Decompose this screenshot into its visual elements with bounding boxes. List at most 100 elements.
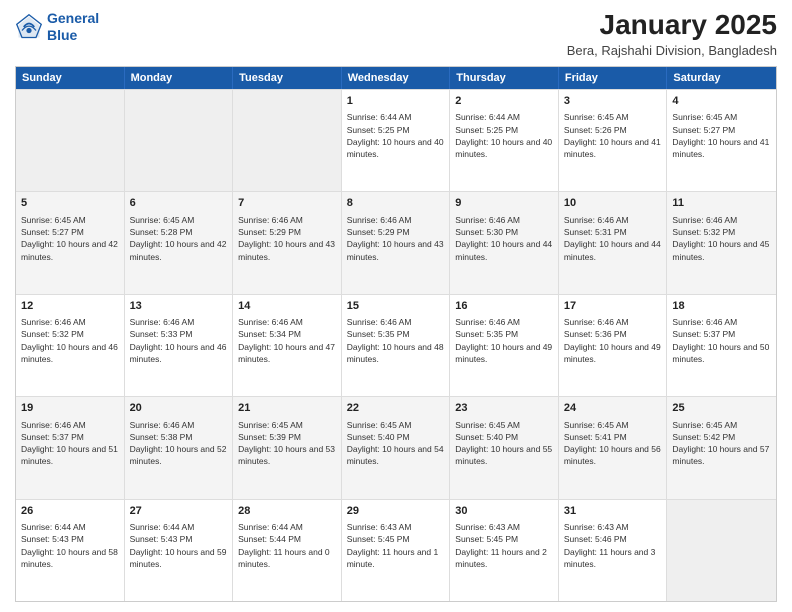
day-info: Sunrise: 6:46 AMSunset: 5:35 PMDaylight:… [347, 316, 445, 365]
day-info: Sunrise: 6:44 AMSunset: 5:44 PMDaylight:… [238, 521, 336, 570]
day-number: 2 [455, 94, 553, 109]
day-header-wednesday: Wednesday [342, 67, 451, 89]
day-info: Sunrise: 6:46 AMSunset: 5:29 PMDaylight:… [238, 214, 336, 263]
day-cell-11: 11 Sunrise: 6:46 AMSunset: 5:32 PMDayligh… [667, 192, 776, 293]
day-info: Sunrise: 6:45 AMSunset: 5:28 PMDaylight:… [130, 214, 228, 263]
day-cell-29: 29 Sunrise: 6:43 AMSunset: 5:45 PMDayligh… [342, 500, 451, 601]
day-number: 24 [564, 401, 662, 416]
day-number: 10 [564, 196, 662, 211]
day-number: 27 [130, 504, 228, 519]
day-cell-2: 2 Sunrise: 6:44 AMSunset: 5:25 PMDaylight… [450, 90, 559, 191]
day-cell-9: 9 Sunrise: 6:46 AMSunset: 5:30 PMDaylight… [450, 192, 559, 293]
day-info: Sunrise: 6:45 AMSunset: 5:40 PMDaylight:… [455, 419, 553, 468]
day-number: 19 [21, 401, 119, 416]
logo-line1: General [47, 10, 99, 26]
logo-icon [15, 13, 43, 41]
day-info: Sunrise: 6:44 AMSunset: 5:43 PMDaylight:… [130, 521, 228, 570]
empty-cell [667, 500, 776, 601]
empty-cell [16, 90, 125, 191]
day-number: 29 [347, 504, 445, 519]
day-info: Sunrise: 6:45 AMSunset: 5:42 PMDaylight:… [672, 419, 771, 468]
day-cell-19: 19 Sunrise: 6:46 AMSunset: 5:37 PMDayligh… [16, 397, 125, 498]
day-cell-3: 3 Sunrise: 6:45 AMSunset: 5:26 PMDaylight… [559, 90, 668, 191]
day-header-sunday: Sunday [16, 67, 125, 89]
day-cell-26: 26 Sunrise: 6:44 AMSunset: 5:43 PMDayligh… [16, 500, 125, 601]
calendar-week-5: 26 Sunrise: 6:44 AMSunset: 5:43 PMDayligh… [16, 499, 776, 601]
day-cell-16: 16 Sunrise: 6:46 AMSunset: 5:35 PMDayligh… [450, 295, 559, 396]
day-cell-8: 8Sunrise: 6:46 AMSunset: 5:29 PMDaylight… [342, 192, 451, 293]
calendar-week-4: 19 Sunrise: 6:46 AMSunset: 5:37 PMDayligh… [16, 396, 776, 498]
calendar-week-2: 5Sunrise: 6:45 AMSunset: 5:27 PMDaylight… [16, 191, 776, 293]
day-info: Sunrise: 6:46 AMSunset: 5:38 PMDaylight:… [130, 419, 228, 468]
page: General Blue January 2025 Bera, Rajshahi… [0, 0, 792, 612]
day-number: 8 [347, 196, 445, 211]
day-info: Sunrise: 6:45 AMSunset: 5:27 PMDaylight:… [672, 111, 771, 160]
day-number: 3 [564, 94, 662, 109]
day-cell-7: 7Sunrise: 6:46 AMSunset: 5:29 PMDaylight… [233, 192, 342, 293]
day-cell-1: 1 Sunrise: 6:44 AMSunset: 5:25 PMDaylight… [342, 90, 451, 191]
day-cell-6: 6 Sunrise: 6:45 AMSunset: 5:28 PMDaylight… [125, 192, 234, 293]
day-cell-10: 10Sunrise: 6:46 AMSunset: 5:31 PMDayligh… [559, 192, 668, 293]
calendar-header: SundayMondayTuesdayWednesdayThursdayFrid… [16, 67, 776, 89]
logo: General Blue [15, 10, 99, 44]
day-info: Sunrise: 6:46 AMSunset: 5:30 PMDaylight:… [455, 214, 553, 263]
day-cell-24: 24 Sunrise: 6:45 AMSunset: 5:41 PMDayligh… [559, 397, 668, 498]
day-number: 1 [347, 94, 445, 109]
subtitle: Bera, Rajshahi Division, Bangladesh [567, 43, 777, 58]
day-number: 9 [455, 196, 553, 211]
day-cell-15: 15Sunrise: 6:46 AMSunset: 5:35 PMDayligh… [342, 295, 451, 396]
day-number: 11 [672, 196, 771, 211]
day-header-friday: Friday [559, 67, 668, 89]
day-number: 26 [21, 504, 119, 519]
day-info: Sunrise: 6:44 AMSunset: 5:43 PMDaylight:… [21, 521, 119, 570]
day-number: 20 [130, 401, 228, 416]
day-number: 25 [672, 401, 771, 416]
day-number: 22 [347, 401, 445, 416]
day-info: Sunrise: 6:45 AMSunset: 5:41 PMDaylight:… [564, 419, 662, 468]
day-info: Sunrise: 6:46 AMSunset: 5:35 PMDaylight:… [455, 316, 553, 365]
day-info: Sunrise: 6:44 AMSunset: 5:25 PMDaylight:… [455, 111, 553, 160]
day-number: 14 [238, 299, 336, 314]
day-cell-28: 28 Sunrise: 6:44 AMSunset: 5:44 PMDayligh… [233, 500, 342, 601]
calendar: SundayMondayTuesdayWednesdayThursdayFrid… [15, 66, 777, 602]
day-number: 31 [564, 504, 662, 519]
page-title: January 2025 [567, 10, 777, 41]
day-info: Sunrise: 6:45 AMSunset: 5:40 PMDaylight:… [347, 419, 445, 468]
day-cell-13: 13 Sunrise: 6:46 AMSunset: 5:33 PMDayligh… [125, 295, 234, 396]
day-number: 16 [455, 299, 553, 314]
day-cell-17: 17Sunrise: 6:46 AMSunset: 5:36 PMDayligh… [559, 295, 668, 396]
day-cell-31: 31 Sunrise: 6:43 AMSunset: 5:46 PMDayligh… [559, 500, 668, 601]
day-info: Sunrise: 6:43 AMSunset: 5:45 PMDaylight:… [455, 521, 553, 570]
calendar-body: 1 Sunrise: 6:44 AMSunset: 5:25 PMDaylight… [16, 89, 776, 601]
day-header-saturday: Saturday [667, 67, 776, 89]
day-info: Sunrise: 6:46 AMSunset: 5:32 PMDaylight:… [672, 214, 771, 263]
day-header-monday: Monday [125, 67, 234, 89]
logo-text: General Blue [47, 10, 99, 44]
day-cell-5: 5Sunrise: 6:45 AMSunset: 5:27 PMDaylight… [16, 192, 125, 293]
title-block: January 2025 Bera, Rajshahi Division, Ba… [567, 10, 777, 58]
day-number: 21 [238, 401, 336, 416]
day-number: 13 [130, 299, 228, 314]
day-header-tuesday: Tuesday [233, 67, 342, 89]
header: General Blue January 2025 Bera, Rajshahi… [15, 10, 777, 58]
day-cell-27: 27 Sunrise: 6:44 AMSunset: 5:43 PMDayligh… [125, 500, 234, 601]
day-cell-30: 30Sunrise: 6:43 AMSunset: 5:45 PMDayligh… [450, 500, 559, 601]
day-info: Sunrise: 6:44 AMSunset: 5:25 PMDaylight:… [347, 111, 445, 160]
day-number: 28 [238, 504, 336, 519]
day-info: Sunrise: 6:46 AMSunset: 5:33 PMDaylight:… [130, 316, 228, 365]
day-info: Sunrise: 6:45 AMSunset: 5:39 PMDaylight:… [238, 419, 336, 468]
empty-cell [125, 90, 234, 191]
day-cell-23: 23Sunrise: 6:45 AMSunset: 5:40 PMDayligh… [450, 397, 559, 498]
day-info: Sunrise: 6:46 AMSunset: 5:37 PMDaylight:… [21, 419, 119, 468]
day-cell-12: 12Sunrise: 6:46 AMSunset: 5:32 PMDayligh… [16, 295, 125, 396]
logo-line2: Blue [47, 27, 77, 43]
day-info: Sunrise: 6:43 AMSunset: 5:46 PMDaylight:… [564, 521, 662, 570]
day-info: Sunrise: 6:45 AMSunset: 5:26 PMDaylight:… [564, 111, 662, 160]
day-cell-22: 22 Sunrise: 6:45 AMSunset: 5:40 PMDayligh… [342, 397, 451, 498]
day-cell-21: 21 Sunrise: 6:45 AMSunset: 5:39 PMDayligh… [233, 397, 342, 498]
day-number: 4 [672, 94, 771, 109]
day-number: 6 [130, 196, 228, 211]
day-info: Sunrise: 6:45 AMSunset: 5:27 PMDaylight:… [21, 214, 119, 263]
day-number: 12 [21, 299, 119, 314]
day-info: Sunrise: 6:43 AMSunset: 5:45 PMDaylight:… [347, 521, 445, 570]
